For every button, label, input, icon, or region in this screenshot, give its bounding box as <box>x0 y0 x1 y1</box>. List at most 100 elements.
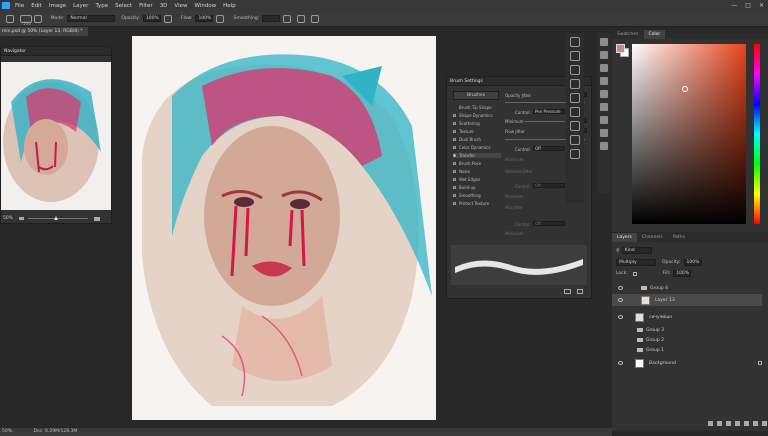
control-wet-select[interactable]: Off <box>533 183 565 188</box>
new-group-icon[interactable] <box>744 421 749 426</box>
brush-opt-protect-texture[interactable]: Protect Texture <box>453 201 489 206</box>
new-layer-icon[interactable] <box>753 421 758 426</box>
blend-mode-select[interactable]: Multiply <box>616 259 656 266</box>
adjustment-layer-icon[interactable] <box>735 421 740 426</box>
info-icon[interactable] <box>600 51 608 59</box>
foreground-color-swatch[interactable] <box>616 44 625 53</box>
create-brush-icon[interactable] <box>577 289 583 294</box>
status-zoom[interactable]: 50% <box>2 429 12 434</box>
zoom-slider[interactable] <box>28 216 89 220</box>
brush-opt-texture[interactable]: Texture <box>453 129 474 134</box>
opacity-input[interactable]: 100% <box>142 15 161 22</box>
brush-opt-color-dynamics[interactable]: Color Dynamics <box>453 145 490 150</box>
zoom-tool-icon[interactable] <box>570 149 580 159</box>
menu-window[interactable]: Window <box>194 3 216 9</box>
adjustments-icon[interactable] <box>600 77 608 85</box>
menu-select[interactable]: Select <box>115 3 132 9</box>
kind-select[interactable]: Kind <box>621 247 652 254</box>
menu-view[interactable]: View <box>174 3 187 9</box>
brush-pose-checkbox[interactable] <box>453 162 456 165</box>
menu-type[interactable]: Type <box>95 3 108 9</box>
brush-tool-icon[interactable] <box>570 93 580 103</box>
brush-opt-brush-pose[interactable]: Brush Pose <box>453 161 481 166</box>
layer-row-background[interactable]: Background <box>612 357 762 369</box>
hand-tool-icon[interactable] <box>570 135 580 145</box>
tab-layers[interactable]: Layers <box>612 233 637 242</box>
visibility-eye-icon[interactable] <box>618 315 623 319</box>
brush-opt-wet-edges[interactable]: Wet Edges <box>453 177 480 182</box>
brush-opt-build-up[interactable]: Build-up <box>453 185 476 190</box>
eraser-tool-icon[interactable] <box>570 107 580 117</box>
brush-opt-shape-dynamics[interactable]: Shape Dynamics <box>453 113 493 118</box>
zoom-out-icon[interactable] <box>19 217 25 220</box>
lock-icon[interactable] <box>632 271 637 276</box>
minimize-icon[interactable]: — <box>731 2 737 9</box>
menu-3d[interactable]: 3D <box>160 3 168 9</box>
smoothing-input[interactable] <box>262 15 281 22</box>
mask-icon[interactable] <box>726 421 731 426</box>
wet-edges-checkbox[interactable] <box>453 178 456 181</box>
tab-swatches[interactable]: Swatches <box>612 30 644 39</box>
history-icon[interactable] <box>600 38 608 46</box>
control-off-select[interactable]: Off <box>533 146 565 151</box>
brush-settings-toggle-icon[interactable] <box>33 14 42 23</box>
visibility-eye-icon[interactable] <box>618 361 623 365</box>
navigator-zoom-value[interactable]: 50% <box>3 216 13 221</box>
fill-input[interactable]: 100% <box>673 270 692 277</box>
control-pen-select[interactable]: Pen Pressure <box>533 109 565 114</box>
crop-tool-icon[interactable] <box>570 65 580 75</box>
mode-select[interactable]: Normal <box>67 15 116 22</box>
smoothing-gear-icon[interactable] <box>283 14 292 23</box>
protect-texture-checkbox[interactable] <box>453 202 456 205</box>
menu-layer[interactable]: Layer <box>73 3 88 9</box>
zoom-in-icon[interactable] <box>94 216 101 221</box>
tools-presets-icon[interactable] <box>600 129 608 137</box>
layer-row-group-3[interactable]: Group 3 <box>612 325 762 335</box>
brush-panel-icon[interactable] <box>600 64 608 72</box>
brush-opt-smoothing[interactable]: Smoothing <box>453 193 481 198</box>
document-canvas[interactable] <box>132 36 436 420</box>
3d-icon[interactable] <box>600 142 608 150</box>
pressure-size-icon[interactable] <box>297 14 306 23</box>
airbrush-icon[interactable] <box>216 14 225 23</box>
brush-opt-transfer[interactable]: Transfer <box>453 153 501 158</box>
hue-slider[interactable] <box>754 44 760 224</box>
menu-edit[interactable]: Edit <box>31 3 42 9</box>
layer-row-group-2[interactable]: Group 2 <box>612 335 762 345</box>
navigator-thumbnail[interactable] <box>1 62 111 210</box>
link-layers-icon[interactable] <box>708 421 713 426</box>
brush-opt-noise[interactable]: Noise <box>453 169 470 174</box>
move-tool-icon[interactable] <box>570 37 580 47</box>
brush-opt-dual-brush[interactable]: Dual Brush <box>453 137 481 142</box>
tab-channels[interactable]: Channels <box>637 233 668 242</box>
menu-help[interactable]: Help <box>223 3 236 9</box>
color-dynamics-checkbox[interactable] <box>453 146 456 149</box>
dual-brush-checkbox[interactable] <box>453 138 456 141</box>
shape-dynamics-checkbox[interactable] <box>453 114 456 117</box>
layer-opacity-input[interactable]: 100% <box>683 259 702 266</box>
layer-row-layer-13[interactable]: Layer 13 <box>612 294 762 306</box>
visibility-eye-icon[interactable] <box>618 286 623 290</box>
tab-color[interactable]: Color <box>643 30 666 39</box>
brush-tool-icon[interactable] <box>6 14 14 23</box>
color-picker-field[interactable] <box>632 44 746 224</box>
fx-icon[interactable] <box>717 421 722 426</box>
color-picker-cursor[interactable] <box>682 86 688 92</box>
status-doc-info[interactable]: Doc: 6.29M/128.3M <box>33 429 77 434</box>
lasso-tool-icon[interactable] <box>570 51 580 61</box>
minimum-slider[interactable] <box>525 121 565 122</box>
symmetry-icon[interactable] <box>311 14 320 23</box>
build-up-checkbox[interactable] <box>453 186 456 189</box>
visibility-eye-icon[interactable] <box>618 298 623 302</box>
flow-input[interactable]: 100% <box>195 15 214 22</box>
brushes-button[interactable]: Brushes <box>453 91 499 100</box>
transfer-checkbox[interactable] <box>453 154 456 157</box>
photoshop-logo-icon[interactable] <box>2 2 10 9</box>
eyedropper-tool-icon[interactable] <box>570 79 580 89</box>
trash-icon[interactable] <box>762 421 767 426</box>
paragraph-icon[interactable] <box>600 103 608 111</box>
menu-image[interactable]: Image <box>49 3 66 9</box>
smoothing-checkbox[interactable] <box>453 194 456 197</box>
layer-row-group-1[interactable]: Group 1 <box>612 345 762 355</box>
menu-file[interactable]: File <box>15 3 24 9</box>
